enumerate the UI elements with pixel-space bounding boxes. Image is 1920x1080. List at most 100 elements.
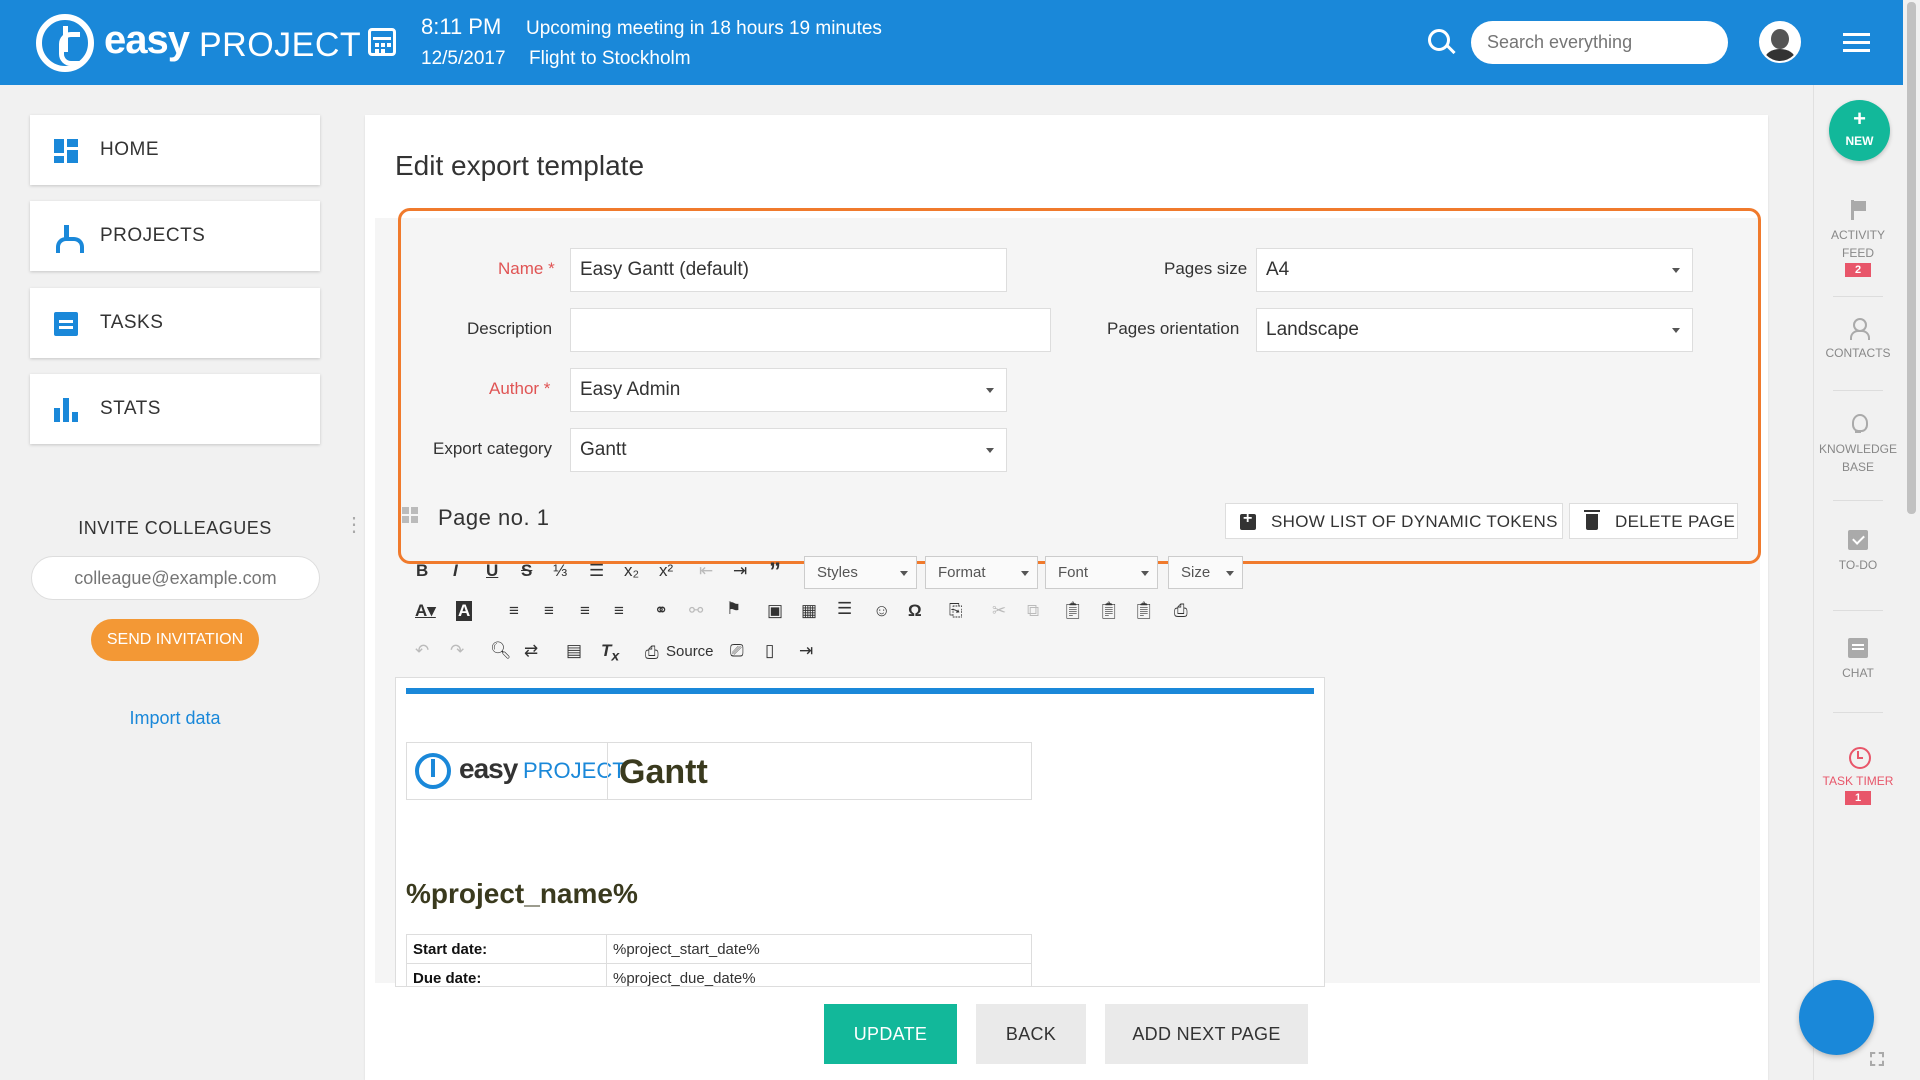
- search-input[interactable]: [1471, 21, 1728, 64]
- start-date-token: %project_start_date%: [606, 934, 1032, 964]
- print-icon[interactable]: ⎙: [1174, 601, 1188, 621]
- chevron-down-icon: [1226, 571, 1234, 576]
- page-break-icon[interactable]: ⎘: [949, 601, 963, 621]
- sidebar-item-tasks[interactable]: TASKS: [30, 288, 320, 358]
- document-header-divider: [607, 743, 608, 799]
- align-center-icon[interactable]: ≡: [544, 601, 554, 621]
- user-avatar[interactable]: [1759, 21, 1801, 63]
- back-button[interactable]: BACK: [976, 1004, 1086, 1064]
- bullet-list-icon[interactable]: ☰: [589, 561, 604, 581]
- blockquote-icon[interactable]: ”: [769, 558, 781, 586]
- source-button[interactable]: Source: [666, 643, 714, 660]
- more-options-icon[interactable]: ⋮: [344, 512, 364, 537]
- special-character-icon[interactable]: Ω: [908, 601, 922, 621]
- preview-icon[interactable]: ⎚: [730, 641, 744, 661]
- logo-text-bold: easy: [104, 18, 190, 62]
- knowledge-base-label-1: KNOWLEDGE: [1818, 442, 1897, 456]
- knowledge-base-item[interactable]: KNOWLEDGE BASE: [1813, 414, 1903, 474]
- italic-icon[interactable]: I: [453, 561, 458, 581]
- align-left-icon[interactable]: ≡: [509, 601, 519, 621]
- background-color-icon[interactable]: A: [456, 601, 473, 621]
- select-all-icon[interactable]: ▤: [566, 641, 582, 661]
- calendar-icon[interactable]: [368, 28, 396, 56]
- find-icon[interactable]: 🔍︎: [490, 641, 512, 661]
- upcoming-event-text[interactable]: Flight to Stockholm: [529, 48, 691, 70]
- cut-icon[interactable]: ✂: [992, 601, 1006, 621]
- expand-icon[interactable]: [1870, 1052, 1884, 1066]
- styles-dropdown[interactable]: Styles: [804, 556, 917, 589]
- font-dropdown[interactable]: Font: [1045, 556, 1158, 589]
- templates-icon[interactable]: ▯: [765, 641, 774, 661]
- paste-text-icon[interactable]: 📋︎: [1098, 601, 1120, 621]
- source-icon[interactable]: ⎙: [645, 643, 659, 663]
- indent-icon[interactable]: ⇥: [733, 561, 747, 581]
- table-icon[interactable]: ▦: [801, 601, 817, 621]
- due-date-token: %project_due_date%: [606, 963, 1032, 986]
- search-icon[interactable]: [1428, 29, 1450, 51]
- table-row: Due date: %project_due_date%: [406, 963, 1032, 986]
- new-label: NEW: [1845, 134, 1874, 148]
- align-right-icon[interactable]: ≡: [580, 601, 590, 621]
- insert-token-icon[interactable]: ⇥: [799, 641, 813, 661]
- document-logo-icon: [415, 753, 451, 789]
- copy-icon[interactable]: ⧉: [1027, 601, 1039, 621]
- update-button[interactable]: UPDATE: [824, 1004, 957, 1064]
- add-next-page-button[interactable]: ADD NEXT PAGE: [1105, 1004, 1308, 1064]
- activity-feed-item[interactable]: ACTIVITY FEED 2: [1813, 200, 1903, 277]
- link-icon[interactable]: ⚭: [654, 601, 668, 621]
- strikethrough-icon[interactable]: S: [521, 561, 532, 581]
- sidebar-item-stats[interactable]: STATS: [30, 374, 320, 444]
- horizontal-line-icon[interactable]: ☰: [837, 599, 852, 619]
- send-invitation-button[interactable]: SEND INVITATION: [91, 619, 259, 661]
- colleague-email-input[interactable]: [31, 556, 320, 600]
- table-row: Start date: %project_start_date%: [406, 934, 1032, 964]
- text-color-icon[interactable]: A▾: [415, 601, 436, 621]
- sidebar-item-label: PROJECTS: [100, 225, 206, 246]
- contacts-label: CONTACTS: [1825, 346, 1891, 360]
- upcoming-meeting-text[interactable]: Upcoming meeting in 18 hours 19 minutes: [526, 18, 882, 40]
- plus-icon: +: [1853, 106, 1866, 131]
- alarm-clock-icon: [1848, 746, 1871, 769]
- new-button[interactable]: + NEW: [1829, 100, 1890, 161]
- app-logo[interactable]: easy PROJECT: [36, 14, 361, 72]
- undo-icon[interactable]: ↶: [415, 641, 429, 661]
- remove-format-icon[interactable]: Tx: [601, 641, 619, 664]
- redo-icon[interactable]: ↷: [450, 641, 464, 661]
- paste-icon[interactable]: 📋︎: [1062, 601, 1084, 621]
- scrollbar-thumb[interactable]: [1907, 2, 1916, 514]
- sidebar-item-home[interactable]: HOME: [30, 115, 320, 185]
- numbered-list-icon[interactable]: ⅓: [553, 561, 567, 581]
- format-dropdown[interactable]: Format: [925, 556, 1038, 589]
- sidebar-item-projects[interactable]: PROJECTS: [30, 201, 320, 271]
- chat-label: CHAT: [1842, 666, 1874, 680]
- import-data-link[interactable]: Import data: [30, 708, 320, 729]
- replace-icon[interactable]: ⇄: [524, 641, 538, 661]
- bold-icon[interactable]: B: [416, 561, 428, 581]
- rich-text-editor[interactable]: easy PROJECT Gantt %project_name% Start …: [395, 677, 1325, 987]
- chat-item[interactable]: CHAT: [1813, 638, 1903, 680]
- todo-item[interactable]: TO-DO: [1813, 530, 1903, 572]
- anchor-flag-icon[interactable]: ⚑: [726, 599, 741, 619]
- due-date-label: Due date:: [406, 963, 607, 986]
- align-justify-icon[interactable]: ≡: [614, 601, 624, 621]
- hamburger-menu-icon[interactable]: [1843, 33, 1870, 53]
- paste-word-icon[interactable]: 📋︎: [1133, 601, 1155, 621]
- superscript-icon[interactable]: x²: [659, 561, 673, 581]
- chevron-down-icon: [900, 571, 908, 576]
- unlink-icon[interactable]: ⚯: [689, 601, 703, 621]
- checklist-icon: [1848, 530, 1868, 550]
- smiley-icon[interactable]: ☺: [873, 601, 890, 621]
- chat-bubble-button[interactable]: [1799, 980, 1874, 1055]
- activity-feed-label-1: ACTIVITY: [1830, 228, 1885, 242]
- underline-icon[interactable]: U: [486, 561, 498, 581]
- image-icon[interactable]: ▣: [767, 601, 783, 621]
- contacts-item[interactable]: CONTACTS: [1813, 318, 1903, 360]
- sidebar-divider: [1833, 390, 1883, 391]
- page-title: Edit export template: [395, 150, 645, 181]
- task-timer-item[interactable]: TASK TIMER 1: [1813, 746, 1903, 805]
- projects-icon: [54, 225, 84, 253]
- person-icon: [1848, 318, 1870, 340]
- subscript-icon[interactable]: x₂: [624, 561, 639, 581]
- outdent-icon[interactable]: ⇤: [699, 561, 713, 581]
- size-dropdown[interactable]: Size: [1168, 556, 1243, 589]
